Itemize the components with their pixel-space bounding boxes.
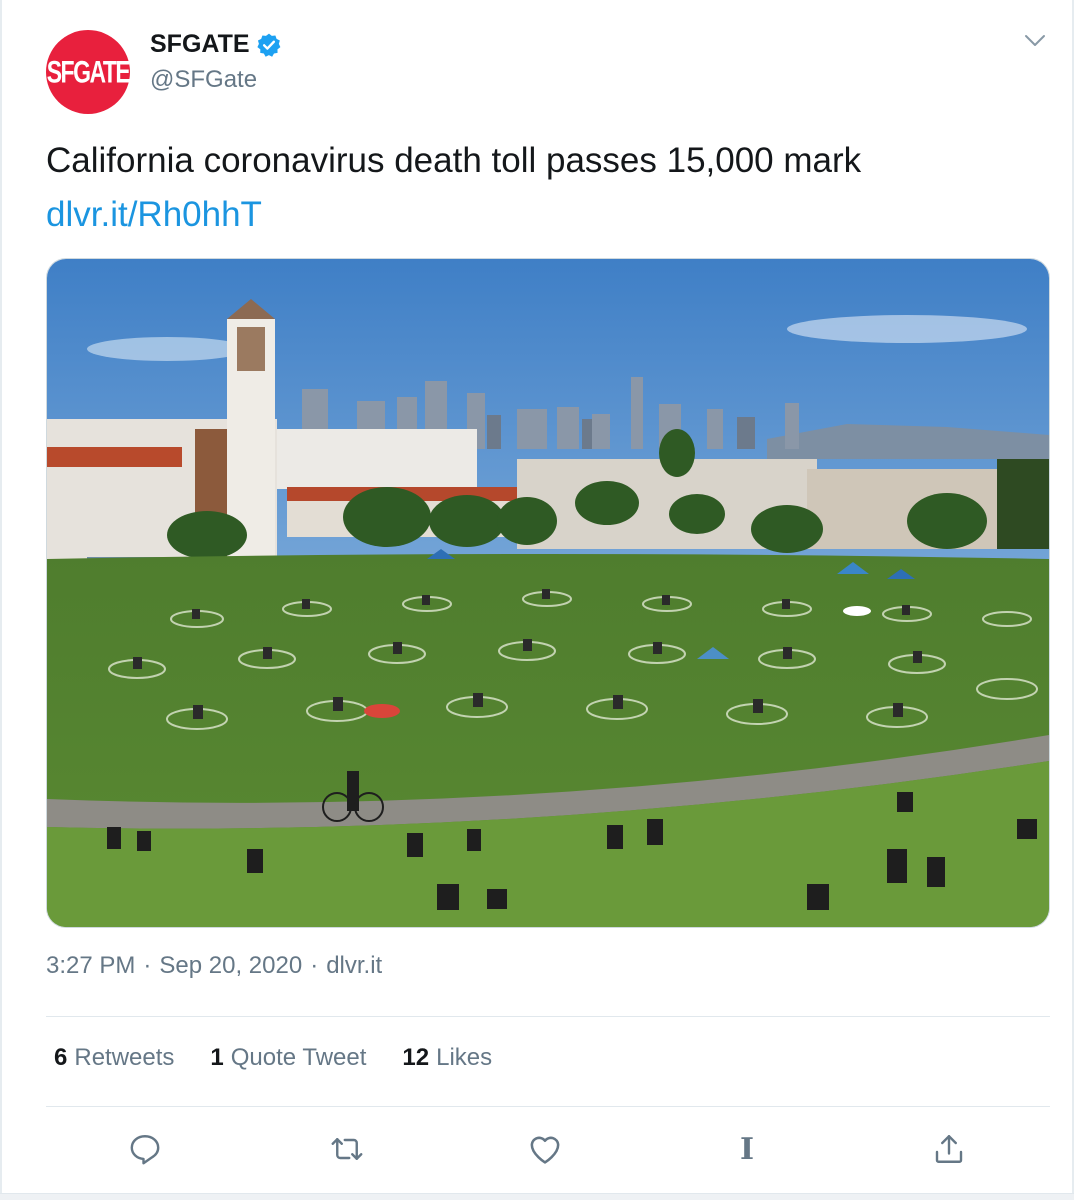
quotes-count: 1 [210,1044,224,1071]
chevron-down-icon[interactable] [1024,34,1046,48]
frame-bottom-border [0,1193,1074,1200]
retweets-count: 6 [54,1044,68,1071]
likes-stat[interactable]: 12 Likes [402,1044,492,1072]
retweet-button[interactable] [326,1128,368,1170]
engagement-stats: 6 Retweets 1 Quote Tweet 12 Likes [54,1044,528,1072]
extra-action-button[interactable]: I [726,1128,768,1170]
tweet-meta: 3:27 PM · Sep 20, 2020 · dlvr.it [46,952,382,980]
retweet-icon [331,1138,363,1160]
like-button[interactable] [524,1128,566,1170]
tweet-time[interactable]: 3:27 PM [46,952,135,980]
likes-label: Likes [436,1044,493,1071]
tweet-date[interactable]: Sep 20, 2020 [159,952,302,980]
handle[interactable]: @SFGate [150,66,257,94]
share-icon [935,1135,963,1163]
tweet-photo[interactable] [46,258,1050,928]
frame-left-border [0,0,2,1200]
tweet-link[interactable]: dlvr.it/Rh0hhT [46,188,1036,242]
name-row[interactable]: SFGATE [150,30,282,59]
tweet-source[interactable]: dlvr.it [326,952,382,980]
quotes-stat[interactable]: 1 Quote Tweet [210,1044,366,1072]
extra-action-glyph: I [739,1131,755,1167]
action-bar: I [46,1124,1050,1174]
divider [46,1106,1050,1107]
likes-count: 12 [402,1044,430,1071]
quotes-label: Quote Tweet [230,1044,367,1071]
retweets-label: Retweets [74,1044,175,1071]
meta-separator: · [310,952,319,979]
reply-button[interactable] [124,1128,166,1170]
reply-icon [130,1135,160,1165]
tweet-text: California coronavirus death toll passes… [46,134,1036,242]
share-button[interactable] [928,1128,970,1170]
tweet-header: SFGATE SFGATE @SFGate [46,24,1056,114]
divider [46,1016,1050,1017]
avatar-logo-text: SFGATE [46,53,131,89]
verified-badge-icon [256,33,280,57]
avatar[interactable]: SFGATE [46,30,131,114]
tweet-body: California coronavirus death toll passes… [46,141,862,180]
meta-separator: · [143,952,152,979]
heart-icon [530,1136,560,1164]
photo-park-crowd [47,259,1049,927]
display-name[interactable]: SFGATE [150,30,250,59]
retweets-stat[interactable]: 6 Retweets [54,1044,174,1072]
